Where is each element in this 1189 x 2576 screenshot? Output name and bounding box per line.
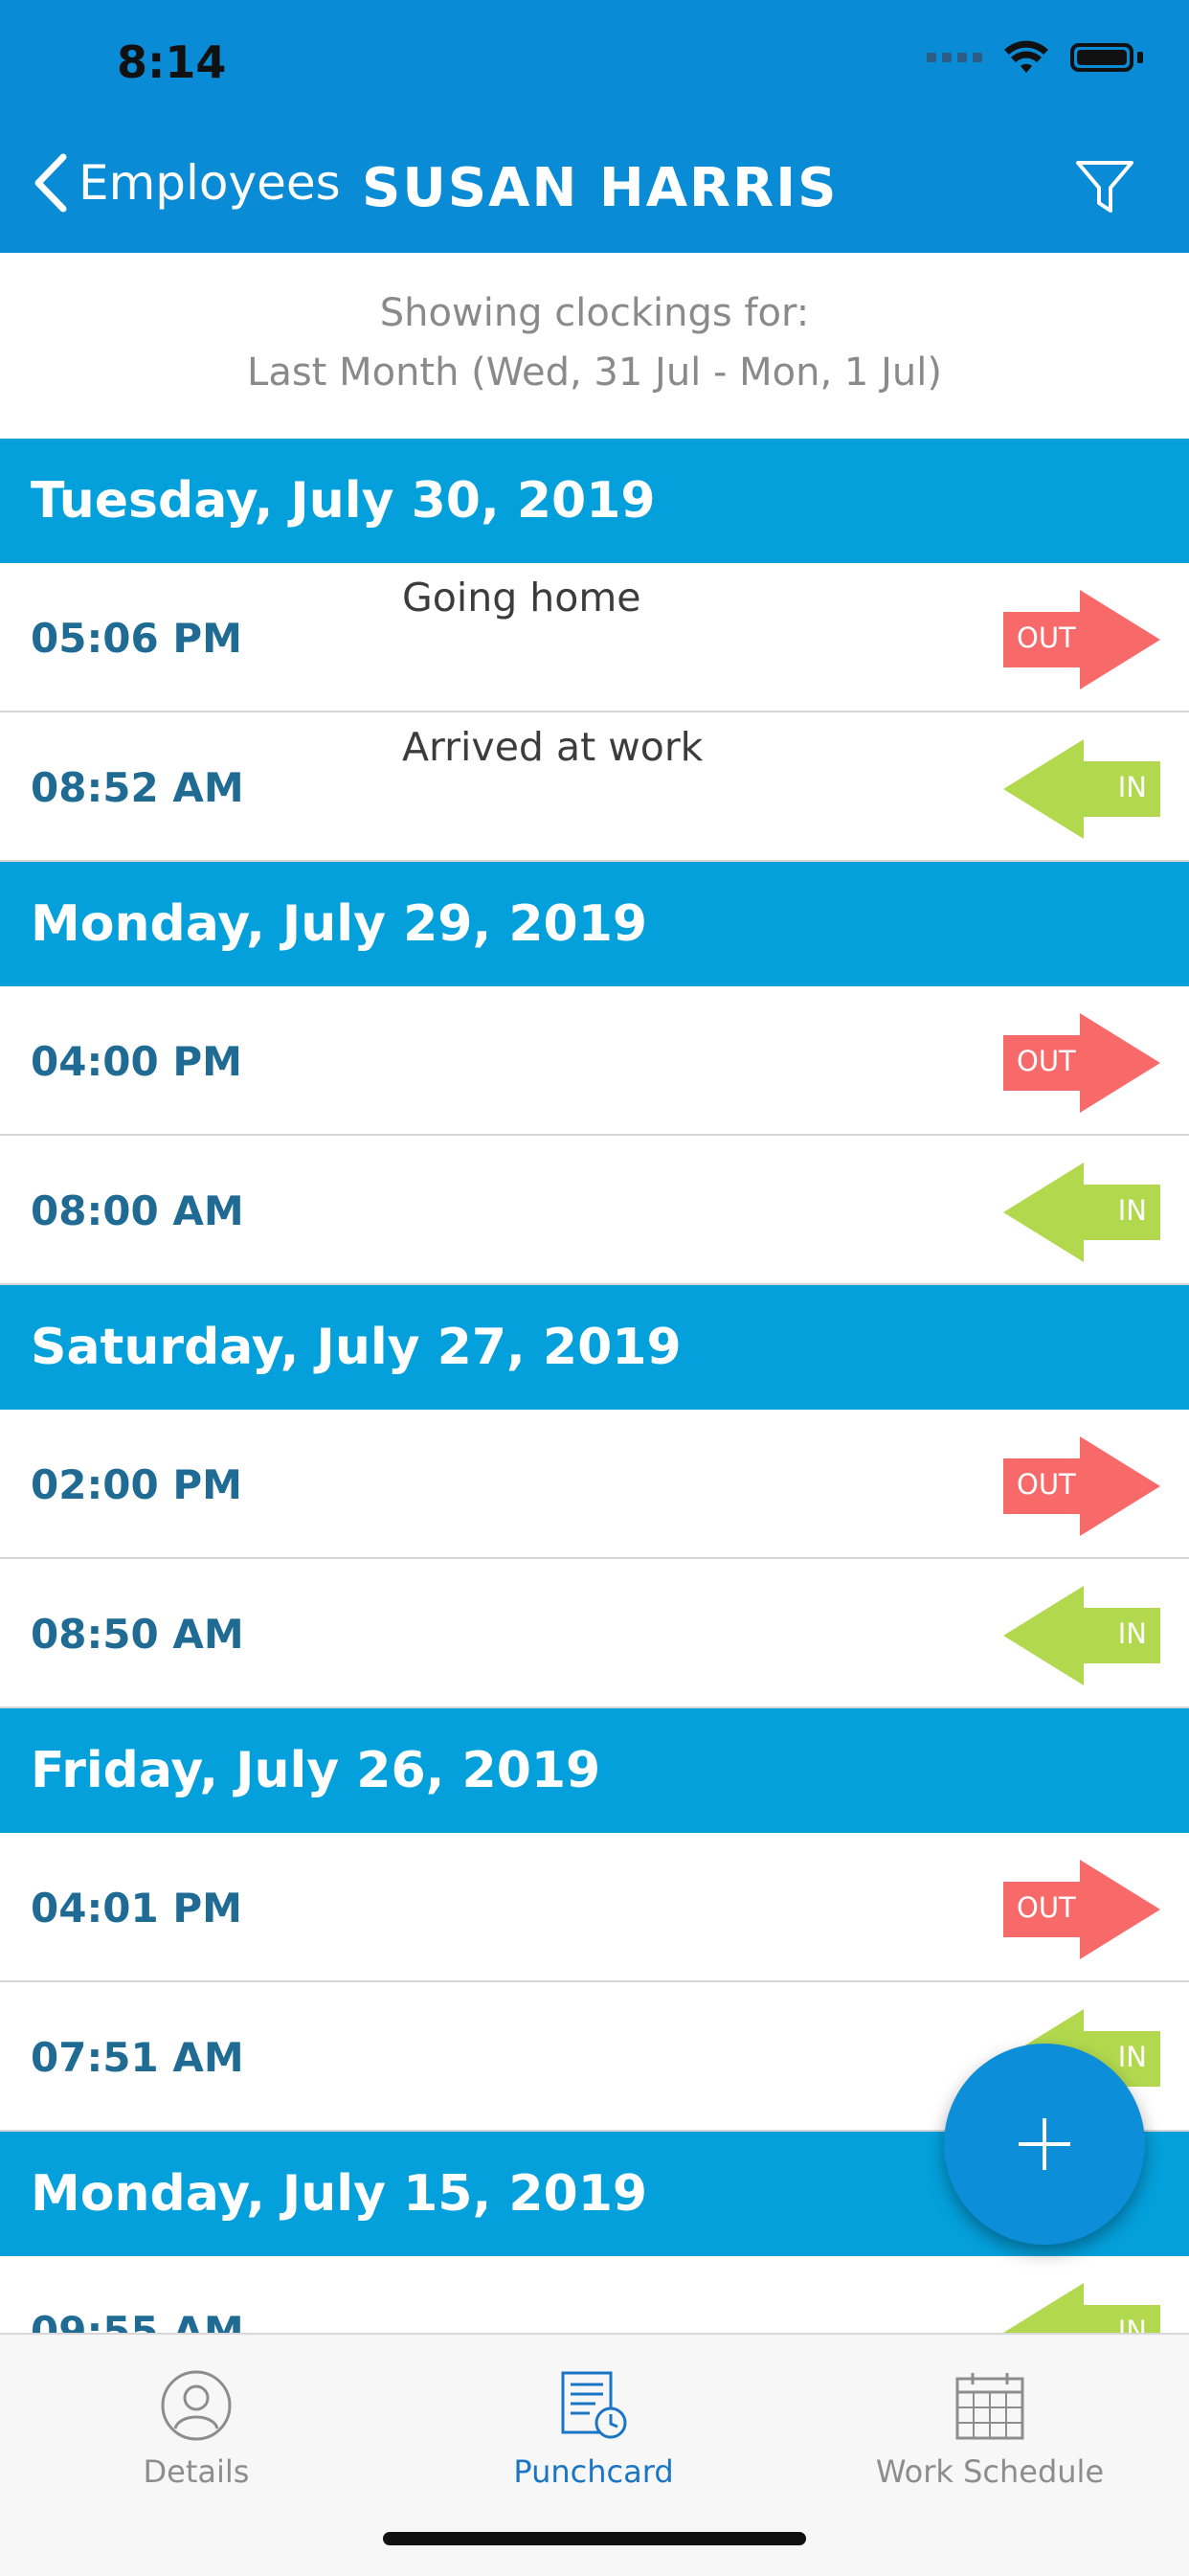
clocking-row[interactable]: 04:00 PM OUT [0, 986, 1189, 1136]
clocking-time: 04:01 PM [31, 1885, 242, 1932]
clocking-time: 08:00 AM [31, 1187, 244, 1234]
app-header: 8:14 Employees SUSAN HARRIS [0, 0, 1189, 253]
back-label: Employees [79, 155, 341, 211]
clocking-row[interactable]: 05:06 PM Going home OUT [0, 563, 1189, 712]
back-button[interactable]: Employees [33, 153, 341, 213]
clocking-time: 09:55 AM [31, 2308, 244, 2333]
tab-label: Details [143, 2453, 250, 2490]
status-time: 8:14 [117, 36, 227, 88]
tab-work-schedule[interactable]: Work Schedule [846, 2354, 1133, 2490]
clocking-row[interactable]: 04:01 PM OUT [0, 1833, 1189, 1982]
battery-cap [1137, 52, 1143, 63]
filter-button[interactable] [1074, 159, 1135, 220]
clocking-time: 02:00 PM [31, 1461, 242, 1508]
badge-label: OUT [1017, 621, 1076, 654]
date-range-label: Showing clockings for: [379, 291, 810, 335]
clocking-time: 08:50 AM [31, 1611, 244, 1658]
tab-label: Punchcard [513, 2453, 674, 2490]
filter-icon [1076, 161, 1133, 213]
tab-details[interactable]: Details [53, 2354, 340, 2490]
day-header: Friday, July 26, 2019 [0, 1708, 1189, 1833]
tab-label: Work Schedule [875, 2453, 1105, 2490]
clocking-time: 05:06 PM [31, 615, 242, 662]
add-clocking-button[interactable] [944, 2044, 1145, 2245]
day-header: Monday, July 29, 2019 [0, 862, 1189, 986]
tab-punchcard[interactable]: Punchcard [450, 2354, 737, 2490]
badge-label: IN [1117, 1617, 1147, 1650]
badge-label: IN [1117, 771, 1147, 803]
badge-label: IN [1117, 2041, 1147, 2073]
clock-out-badge[interactable]: OUT [1003, 1013, 1160, 1113]
cellular-signal-icon [927, 53, 982, 62]
page-title: SUSAN HARRIS [362, 157, 839, 219]
person-icon [161, 2370, 232, 2441]
status-icons [927, 40, 1143, 75]
clocking-row[interactable]: 08:00 AM IN [0, 1136, 1189, 1285]
calendar-icon [955, 2373, 1024, 2440]
badge-label: IN [1117, 1194, 1147, 1227]
clock-in-badge[interactable]: IN [1003, 739, 1160, 839]
clock-out-badge[interactable]: OUT [1003, 1436, 1160, 1536]
clock-out-badge[interactable]: OUT [1003, 1860, 1160, 1959]
badge-label: OUT [1017, 1045, 1076, 1077]
clocking-row[interactable]: 08:50 AM IN [0, 1559, 1189, 1708]
badge-label: OUT [1017, 1891, 1076, 1924]
date-range-value: Last Month (Wed, 31 Jul - Mon, 1 Jul) [247, 350, 942, 395]
wifi-icon [1004, 40, 1048, 73]
day-header: Tuesday, July 30, 2019 [0, 439, 1189, 563]
chevron-left-icon [34, 153, 67, 213]
day-header: Saturday, July 27, 2019 [0, 1285, 1189, 1410]
clocking-row[interactable]: 08:52 AM Arrived at work IN [0, 712, 1189, 862]
clocking-time: 08:52 AM [31, 764, 244, 811]
battery-icon [1070, 43, 1133, 72]
clocking-time: 07:51 AM [31, 2034, 244, 2081]
badge-label: IN [1117, 2315, 1147, 2333]
badge-label: OUT [1017, 1468, 1076, 1501]
home-indicator [383, 2532, 806, 2545]
clocking-time: 04:00 PM [31, 1038, 242, 1085]
clock-in-badge[interactable]: IN [1003, 1586, 1160, 1685]
punchcard-icon [561, 2371, 627, 2439]
clock-in-badge[interactable]: IN [1003, 1163, 1160, 1262]
clocking-row[interactable]: 09:55 AM IN [0, 2256, 1189, 2333]
clock-out-badge[interactable]: OUT [1003, 590, 1160, 689]
clock-in-badge[interactable]: IN [1003, 2283, 1160, 2333]
clocking-note: Going home [402, 575, 641, 621]
clocking-note: Arrived at work [402, 724, 704, 770]
date-range-banner: Showing clockings for: Last Month (Wed, … [0, 253, 1189, 439]
clocking-row[interactable]: 02:00 PM OUT [0, 1410, 1189, 1559]
